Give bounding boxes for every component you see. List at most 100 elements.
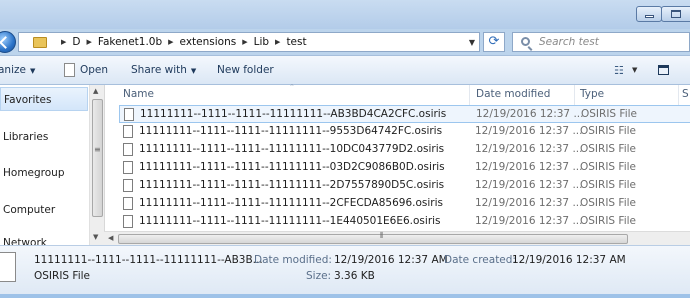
maximize-icon (671, 10, 681, 18)
view-options-icon[interactable]: ☷ (614, 64, 624, 77)
grip-icon: ≡ (94, 145, 101, 154)
table-row[interactable]: 11111111--1111--1111--11111111--03D2C908… (119, 159, 690, 177)
table-row[interactable]: 11111111--1111--1111--11111111--2D755789… (119, 177, 690, 195)
chevron-right-icon[interactable]: ▶ (275, 38, 280, 46)
maximize-button[interactable] (661, 6, 690, 22)
table-row[interactable]: 11111111--1111--1111--11111111--10DC0437… (119, 141, 690, 159)
table-row[interactable]: 11111111--1111--1111--11111111--2CFECDA8… (119, 195, 690, 213)
file-date: 12/19/2016 12:37 ... (476, 108, 584, 120)
chevron-down-icon[interactable]: ▼ (632, 66, 637, 74)
chevron-right-icon[interactable]: ▶ (61, 38, 66, 46)
open-button[interactable]: Open (80, 64, 108, 76)
nav-item-network[interactable]: Network (3, 237, 47, 245)
nav-scrollbar[interactable]: ▲ ≡ ▼ (89, 85, 104, 245)
file-name: 11111111--1111--1111--11111111--2D755789… (139, 179, 445, 191)
file-type: OSIRIS File (580, 215, 636, 227)
address-bar[interactable]: ▶ D ▶ Fakenet1.0b ▶ extensions ▶ Lib ▶ t… (18, 32, 480, 52)
file-type: OSIRIS File (580, 197, 636, 209)
breadcrumb-extensions[interactable]: extensions (180, 36, 237, 48)
file-icon (124, 108, 134, 121)
column-header-date[interactable]: Date modified (476, 88, 550, 100)
file-date: 12/19/2016 12:37 ... (475, 125, 583, 137)
details-pane: 11111111--1111--1111--11111111--AB3B... … (0, 245, 690, 294)
file-type: OSIRIS File (580, 179, 636, 191)
window-border (0, 294, 690, 298)
details-size-label: Size: (306, 270, 332, 282)
file-name: 11111111--1111--1111--11111111--2CFECDA8… (139, 197, 443, 209)
file-type: OSIRIS File (580, 161, 636, 173)
breadcrumb-fakenet[interactable]: Fakenet1.0b (98, 36, 162, 48)
breadcrumb-d[interactable]: D (72, 36, 80, 48)
file-icon (123, 125, 133, 138)
chevron-right-icon[interactable]: ▶ (242, 38, 247, 46)
column-header-size[interactable]: S (682, 88, 689, 100)
new-folder-button[interactable]: New folder (217, 64, 274, 76)
column-header-name[interactable]: Name (123, 88, 154, 100)
details-modified-value: 12/19/2016 12:37 AM (334, 254, 448, 266)
horizontal-scrollbar[interactable]: ◀ ⦀ (104, 231, 690, 245)
nav-item-libraries[interactable]: Libraries (3, 131, 48, 143)
preview-pane-icon[interactable] (658, 65, 669, 75)
breadcrumb-test[interactable]: test (286, 36, 306, 48)
column-divider[interactable] (469, 85, 470, 105)
file-icon (123, 143, 133, 156)
organize-label: anize (0, 64, 26, 76)
chevron-right-icon[interactable]: ▶ (86, 38, 91, 46)
file-icon (0, 252, 16, 282)
chevron-down-icon[interactable]: ▼ (469, 38, 475, 47)
chevron-down-icon: ▼ (29, 67, 36, 75)
file-list: ⌃ Name Date modified Type S 11111111--11… (104, 83, 690, 245)
minimize-icon (645, 15, 654, 18)
details-size-value: 3.36 KB (334, 270, 375, 282)
table-row[interactable]: 11111111--1111--1111--11111111--1E440501… (119, 213, 690, 231)
file-name: 11111111--1111--1111--11111111--03D2C908… (139, 161, 445, 173)
file-icon (64, 63, 75, 77)
breadcrumb-lib[interactable]: Lib (254, 36, 269, 48)
table-row[interactable]: 11111111--1111--1111--11111111--9553D647… (119, 123, 690, 141)
column-divider[interactable] (574, 85, 575, 105)
column-divider[interactable] (678, 85, 679, 105)
file-type: OSIRIS File (580, 143, 636, 155)
search-placeholder: Search test (539, 36, 599, 48)
file-name: 11111111--1111--1111--11111111--1E440501… (139, 215, 441, 227)
file-name: 11111111--1111--1111--11111111--AB3BD4CA… (140, 108, 447, 120)
details-created-label: Date created: (444, 254, 516, 266)
nav-item-homegroup[interactable]: Homegroup (3, 167, 65, 179)
column-header-type[interactable]: Type (580, 88, 604, 100)
file-icon (123, 161, 133, 174)
sort-indicator-icon: ⌃ (289, 83, 295, 91)
nav-item-favorites[interactable]: Favorites (0, 87, 88, 111)
details-created-value: 12/19/2016 12:37 AM (512, 254, 626, 266)
search-icon (521, 37, 530, 46)
details-filename: 11111111--1111--1111--11111111--AB3B... (34, 254, 263, 266)
scroll-left-icon[interactable]: ◀ (108, 234, 113, 242)
refresh-button[interactable]: ⟳ (483, 32, 505, 52)
details-modified-label: Date modified: (254, 254, 332, 266)
share-with-button[interactable]: Share with ▼ (131, 64, 196, 76)
scroll-up-icon[interactable]: ▲ (93, 87, 98, 95)
scroll-down-icon[interactable]: ▼ (93, 233, 98, 241)
file-name: 11111111--1111--1111--11111111--10DC0437… (139, 143, 445, 155)
grip-icon: ⦀ (380, 231, 384, 240)
organize-button[interactable]: anize ▼ (0, 64, 35, 76)
title-bar (0, 0, 690, 29)
details-filetype: OSIRIS File (34, 270, 90, 282)
search-input[interactable]: Search test (512, 32, 690, 52)
file-type: OSIRIS File (580, 125, 636, 137)
file-date: 12/19/2016 12:37 ... (475, 143, 583, 155)
minimize-button[interactable] (636, 6, 662, 22)
refresh-icon: ⟳ (488, 34, 500, 49)
command-bar: anize ▼ Open Share with ▼ New folder ☷ ▼ (0, 55, 690, 85)
scroll-thumb[interactable] (118, 234, 628, 244)
table-row[interactable]: 11111111--1111--1111--11111111--AB3BD4CA… (119, 105, 690, 123)
file-name: 11111111--1111--1111--11111111--9553D647… (139, 125, 443, 137)
back-arrow-icon[interactable] (0, 31, 16, 53)
file-icon (123, 215, 133, 228)
folder-icon (33, 36, 47, 48)
share-label: Share with (131, 64, 187, 76)
nav-item-computer[interactable]: Computer (3, 204, 55, 216)
file-icon (123, 179, 133, 192)
file-date: 12/19/2016 12:37 ... (475, 215, 583, 227)
scroll-thumb[interactable] (92, 99, 103, 217)
chevron-right-icon[interactable]: ▶ (168, 38, 173, 46)
